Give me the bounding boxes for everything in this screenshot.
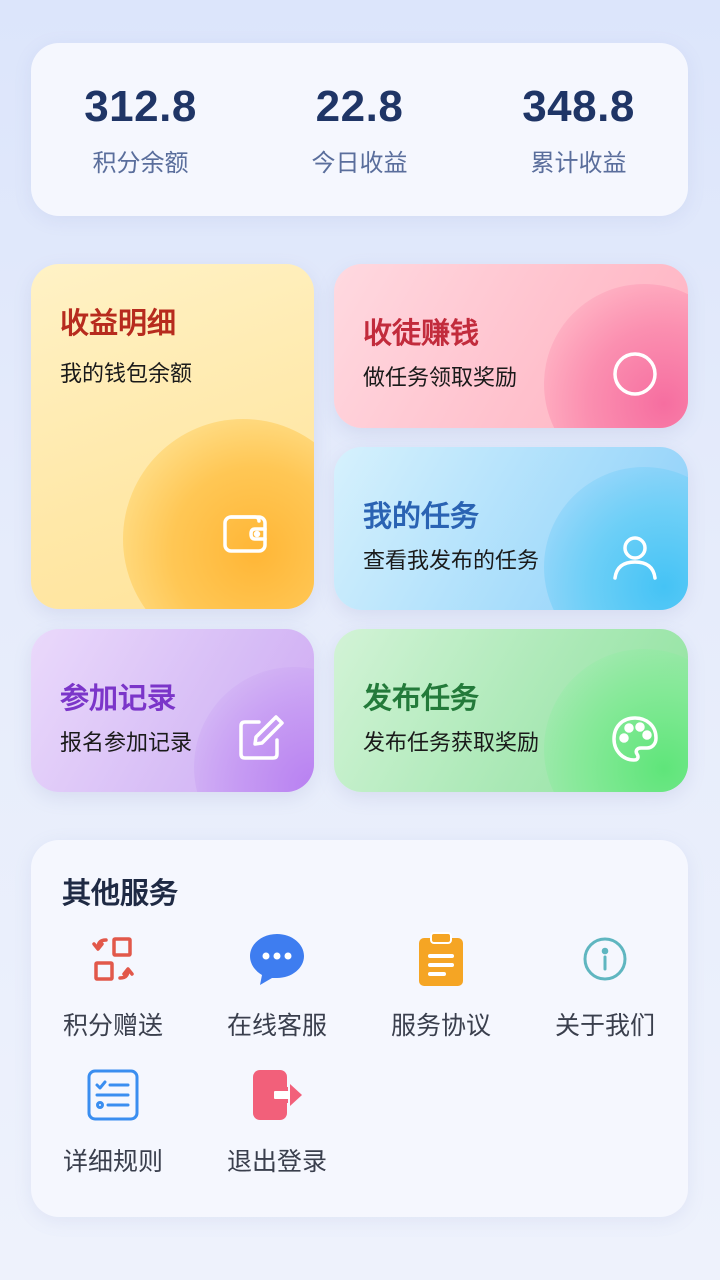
edit-icon (235, 714, 285, 764)
card-title: 参加记录 (60, 683, 177, 715)
service-label: 在线客服 (226, 1012, 327, 1040)
service-online-support[interactable]: 在线客服 (195, 930, 359, 1042)
service-label: 退出登录 (226, 1148, 327, 1176)
card-title: 我的任务 (363, 501, 480, 533)
stat-today-income[interactable]: 22.8 今日收益 (250, 81, 469, 178)
service-points-gift[interactable]: 积分赠送 (31, 930, 195, 1042)
stat-label: 今日收益 (311, 150, 408, 177)
service-label: 服务协议 (390, 1012, 491, 1040)
circle-icon (610, 349, 660, 399)
card-subtitle: 发布任务获取奖励 (363, 730, 540, 755)
card-title: 发布任务 (363, 683, 480, 715)
stat-label: 累计收益 (530, 150, 627, 177)
service-label: 关于我们 (554, 1012, 655, 1040)
logout-icon (248, 1066, 306, 1124)
chat-icon (248, 930, 306, 988)
palette-icon (610, 714, 660, 764)
stat-total-income[interactable]: 348.8 累计收益 (469, 81, 688, 178)
service-about-us[interactable]: 关于我们 (523, 930, 687, 1042)
stat-points-balance[interactable]: 312.8 积分余额 (31, 81, 250, 178)
stat-label: 积分余额 (92, 150, 189, 177)
recruit-card[interactable]: 收徒赚钱 做任务领取奖励 (334, 264, 688, 428)
service-detailed-rules[interactable]: 详细规则 (31, 1066, 195, 1178)
stat-value: 312.8 (84, 82, 197, 131)
decorative-blob (123, 419, 314, 609)
service-agreement[interactable]: 服务协议 (359, 930, 523, 1042)
service-label: 积分赠送 (62, 1012, 163, 1040)
service-logout[interactable]: 退出登录 (195, 1066, 359, 1178)
my-tasks-card[interactable]: 我的任务 查看我发布的任务 (334, 447, 688, 610)
section-title: 其他服务 (62, 878, 179, 910)
transfer-icon (84, 930, 142, 988)
card-title: 收徒赚钱 (363, 318, 480, 350)
stats-panel: 312.8 积分余额 22.8 今日收益 348.8 累计收益 (31, 43, 688, 216)
join-records-card[interactable]: 参加记录 报名参加记录 (31, 629, 314, 792)
stat-value: 348.8 (522, 82, 635, 131)
card-title: 收益明细 (60, 308, 177, 340)
stat-value: 22.8 (315, 82, 404, 131)
card-subtitle: 报名参加记录 (60, 730, 193, 755)
clipboard-icon (412, 930, 470, 988)
service-label: 详细规则 (62, 1148, 163, 1176)
card-subtitle: 我的钱包余额 (60, 361, 193, 386)
info-icon (576, 930, 634, 988)
card-subtitle: 做任务领取奖励 (363, 365, 518, 390)
income-detail-card[interactable]: 收益明细 我的钱包余额 (31, 264, 314, 609)
card-subtitle: 查看我发布的任务 (363, 548, 540, 573)
user-icon (610, 532, 660, 582)
other-services-panel: 其他服务 积分赠送 在线客服 服务协议 关于我们 详细规则 退出登录 (31, 840, 688, 1217)
wallet-icon (221, 508, 271, 558)
checklist-icon (84, 1066, 142, 1124)
publish-task-card[interactable]: 发布任务 发布任务获取奖励 (334, 629, 688, 792)
